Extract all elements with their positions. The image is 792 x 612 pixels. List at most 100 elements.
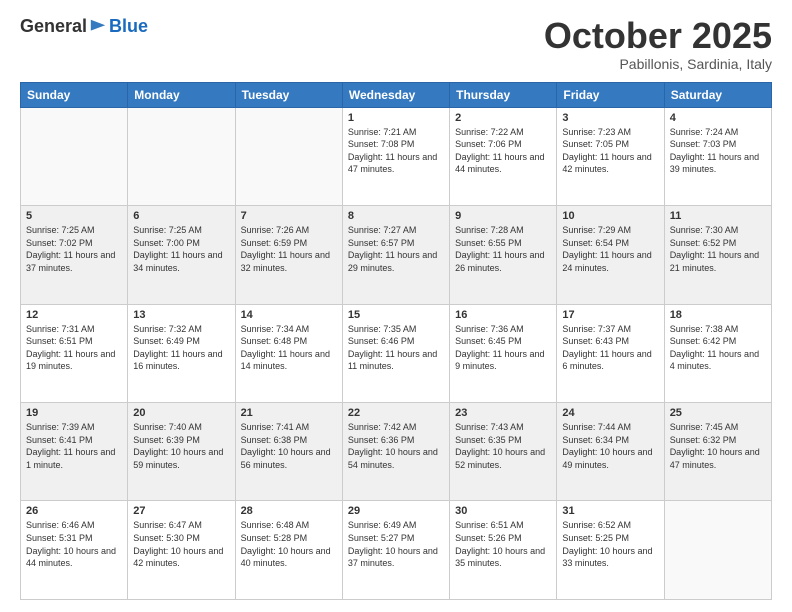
day-number: 30 — [455, 505, 551, 517]
table-cell: 23Sunrise: 7:43 AMSunset: 6:35 PMDayligh… — [450, 403, 557, 501]
header-thursday: Thursday — [450, 82, 557, 107]
day-info: Sunrise: 7:38 AMSunset: 6:42 PMDaylight:… — [670, 323, 766, 373]
table-cell — [235, 107, 342, 205]
day-number: 8 — [348, 210, 444, 222]
day-info: Sunrise: 7:22 AMSunset: 7:06 PMDaylight:… — [455, 126, 551, 176]
table-cell: 26Sunrise: 6:46 AMSunset: 5:31 PMDayligh… — [21, 501, 128, 600]
day-number: 17 — [562, 309, 658, 321]
day-number: 24 — [562, 407, 658, 419]
header-saturday: Saturday — [664, 82, 771, 107]
table-cell: 21Sunrise: 7:41 AMSunset: 6:38 PMDayligh… — [235, 403, 342, 501]
day-number: 19 — [26, 407, 122, 419]
day-info: Sunrise: 7:30 AMSunset: 6:52 PMDaylight:… — [670, 224, 766, 274]
day-info: Sunrise: 7:42 AMSunset: 6:36 PMDaylight:… — [348, 421, 444, 471]
table-cell: 12 Sunrise: 7:31 AMSunset: 6:51 PMDayligh… — [21, 304, 128, 402]
day-info: Sunrise: 7:40 AMSunset: 6:39 PMDaylight:… — [133, 421, 229, 471]
table-cell: 5Sunrise: 7:25 AMSunset: 7:02 PMDaylight… — [21, 206, 128, 304]
day-number: 9 — [455, 210, 551, 222]
day-number: 26 — [26, 505, 122, 517]
week-row-0: 1 Sunrise: 7:21 AMSunset: 7:08 PMDaylight… — [21, 107, 772, 205]
day-info: Sunrise: 7:32 AMSunset: 6:49 PMDaylight:… — [133, 323, 229, 373]
table-cell: 8 Sunrise: 7:27 AMSunset: 6:57 PMDaylight… — [342, 206, 449, 304]
table-cell: 3 Sunrise: 7:23 AMSunset: 7:05 PMDaylight… — [557, 107, 664, 205]
day-info: Sunrise: 7:44 AMSunset: 6:34 PMDaylight:… — [562, 421, 658, 471]
day-info: Sunrise: 6:47 AMSunset: 5:30 PMDaylight:… — [133, 519, 229, 569]
day-number: 31 — [562, 505, 658, 517]
table-cell: 31 Sunrise: 6:52 AMSunset: 5:25 PMDayligh… — [557, 501, 664, 600]
logo-text: General Blue — [20, 16, 148, 37]
day-number: 13 — [133, 309, 229, 321]
table-cell: 2 Sunrise: 7:22 AMSunset: 7:06 PMDaylight… — [450, 107, 557, 205]
day-info: Sunrise: 7:23 AMSunset: 7:05 PMDaylight:… — [562, 126, 658, 176]
day-number: 7 — [241, 210, 337, 222]
day-info: Sunrise: 7:25 AMSunset: 7:00 PMDaylight:… — [133, 224, 229, 274]
day-info: Sunrise: 7:35 AMSunset: 6:46 PMDaylight:… — [348, 323, 444, 373]
day-info: Sunrise: 7:45 AMSunset: 6:32 PMDaylight:… — [670, 421, 766, 471]
day-info: Sunrise: 7:26 AMSunset: 6:59 PMDaylight:… — [241, 224, 337, 274]
day-number: 10 — [562, 210, 658, 222]
day-number: 1 — [348, 112, 444, 124]
day-number: 6 — [133, 210, 229, 222]
table-cell: 17 Sunrise: 7:37 AMSunset: 6:43 PMDayligh… — [557, 304, 664, 402]
day-number: 27 — [133, 505, 229, 517]
table-cell: 30 Sunrise: 6:51 AMSunset: 5:26 PMDayligh… — [450, 501, 557, 600]
day-info: Sunrise: 7:37 AMSunset: 6:43 PMDaylight:… — [562, 323, 658, 373]
header: General Blue October 2025 Pabillonis, Sa… — [20, 16, 772, 72]
logo-flag-icon — [89, 18, 107, 36]
calendar-table: Sunday Monday Tuesday Wednesday Thursday… — [20, 82, 772, 600]
page: General Blue October 2025 Pabillonis, Sa… — [0, 0, 792, 612]
day-number: 16 — [455, 309, 551, 321]
day-info: Sunrise: 6:52 AMSunset: 5:25 PMDaylight:… — [562, 519, 658, 569]
day-info: Sunrise: 7:31 AMSunset: 6:51 PMDaylight:… — [26, 323, 122, 373]
day-info: Sunrise: 7:29 AMSunset: 6:54 PMDaylight:… — [562, 224, 658, 274]
day-number: 29 — [348, 505, 444, 517]
day-info: Sunrise: 7:39 AMSunset: 6:41 PMDaylight:… — [26, 421, 122, 471]
logo-general: General — [20, 16, 87, 37]
table-cell: 6 Sunrise: 7:25 AMSunset: 7:00 PMDaylight… — [128, 206, 235, 304]
location: Pabillonis, Sardinia, Italy — [544, 56, 772, 72]
day-number: 2 — [455, 112, 551, 124]
day-number: 3 — [562, 112, 658, 124]
day-info: Sunrise: 7:36 AMSunset: 6:45 PMDaylight:… — [455, 323, 551, 373]
day-number: 11 — [670, 210, 766, 222]
day-number: 12 — [26, 309, 122, 321]
week-row-4: 26Sunrise: 6:46 AMSunset: 5:31 PMDayligh… — [21, 501, 772, 600]
day-info: Sunrise: 7:21 AMSunset: 7:08 PMDaylight:… — [348, 126, 444, 176]
day-number: 28 — [241, 505, 337, 517]
week-row-2: 12 Sunrise: 7:31 AMSunset: 6:51 PMDayligh… — [21, 304, 772, 402]
header-monday: Monday — [128, 82, 235, 107]
day-number: 15 — [348, 309, 444, 321]
table-cell: 4Sunrise: 7:24 AMSunset: 7:03 PMDaylight… — [664, 107, 771, 205]
table-cell: 9 Sunrise: 7:28 AMSunset: 6:55 PMDaylight… — [450, 206, 557, 304]
table-cell: 22Sunrise: 7:42 AMSunset: 6:36 PMDayligh… — [342, 403, 449, 501]
table-cell: 16 Sunrise: 7:36 AMSunset: 6:45 PMDayligh… — [450, 304, 557, 402]
table-cell: 27 Sunrise: 6:47 AMSunset: 5:30 PMDayligh… — [128, 501, 235, 600]
table-cell: 13 Sunrise: 7:32 AMSunset: 6:49 PMDayligh… — [128, 304, 235, 402]
table-cell: 11 Sunrise: 7:30 AMSunset: 6:52 PMDayligh… — [664, 206, 771, 304]
day-number: 5 — [26, 210, 122, 222]
day-info: Sunrise: 6:51 AMSunset: 5:26 PMDaylight:… — [455, 519, 551, 569]
day-number: 14 — [241, 309, 337, 321]
header-tuesday: Tuesday — [235, 82, 342, 107]
day-info: Sunrise: 6:49 AMSunset: 5:27 PMDaylight:… — [348, 519, 444, 569]
table-cell: 28 Sunrise: 6:48 AMSunset: 5:28 PMDayligh… — [235, 501, 342, 600]
header-sunday: Sunday — [21, 82, 128, 107]
table-cell: 18Sunrise: 7:38 AMSunset: 6:42 PMDayligh… — [664, 304, 771, 402]
day-number: 4 — [670, 112, 766, 124]
table-cell — [664, 501, 771, 600]
table-cell: 24 Sunrise: 7:44 AMSunset: 6:34 PMDayligh… — [557, 403, 664, 501]
weekday-header-row: Sunday Monday Tuesday Wednesday Thursday… — [21, 82, 772, 107]
title-section: October 2025 Pabillonis, Sardinia, Italy — [544, 16, 772, 72]
day-info: Sunrise: 6:48 AMSunset: 5:28 PMDaylight:… — [241, 519, 337, 569]
day-number: 25 — [670, 407, 766, 419]
header-friday: Friday — [557, 82, 664, 107]
table-cell: 29 Sunrise: 6:49 AMSunset: 5:27 PMDayligh… — [342, 501, 449, 600]
logo-blue: Blue — [109, 16, 148, 37]
day-info: Sunrise: 7:28 AMSunset: 6:55 PMDaylight:… — [455, 224, 551, 274]
table-cell: 1 Sunrise: 7:21 AMSunset: 7:08 PMDaylight… — [342, 107, 449, 205]
table-cell: 7 Sunrise: 7:26 AMSunset: 6:59 PMDaylight… — [235, 206, 342, 304]
day-info: Sunrise: 7:27 AMSunset: 6:57 PMDaylight:… — [348, 224, 444, 274]
day-info: Sunrise: 7:34 AMSunset: 6:48 PMDaylight:… — [241, 323, 337, 373]
header-wednesday: Wednesday — [342, 82, 449, 107]
table-cell: 20Sunrise: 7:40 AMSunset: 6:39 PMDayligh… — [128, 403, 235, 501]
